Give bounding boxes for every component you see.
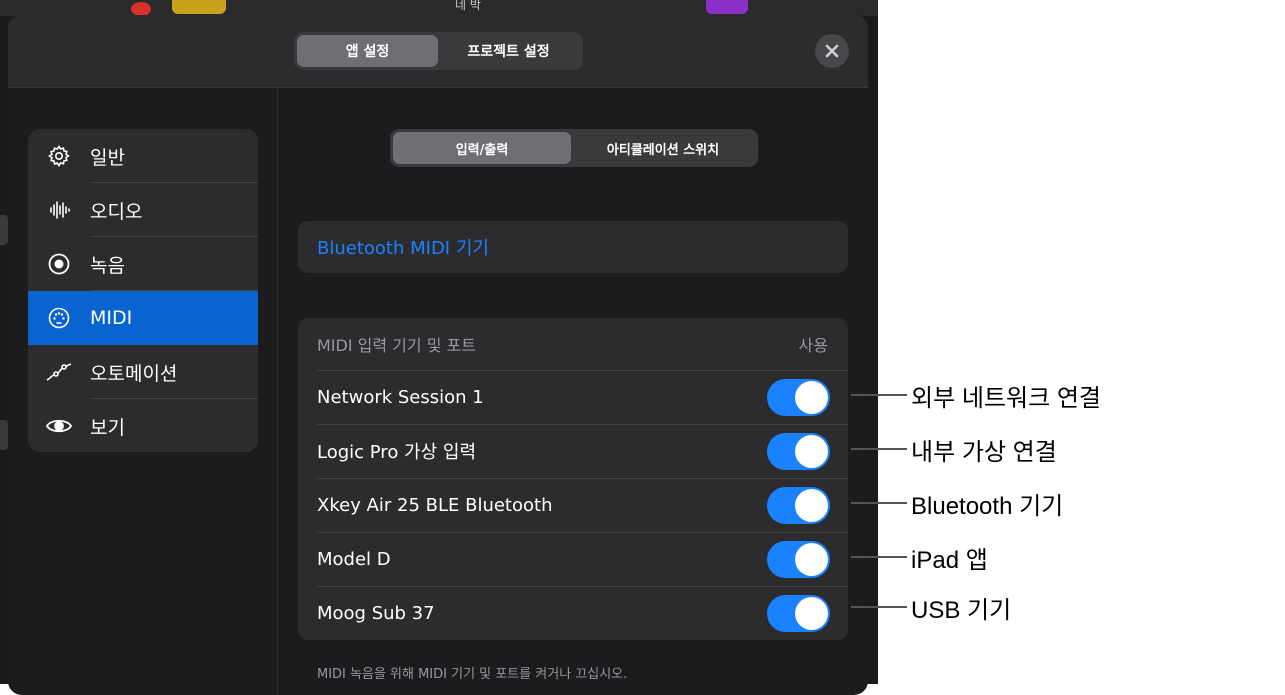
tab-project-settings[interactable]: 프로젝트 설정 <box>438 35 579 67</box>
background-plugin-button <box>706 0 748 14</box>
tab-input-output[interactable]: 입력/출력 <box>393 132 571 164</box>
callout-network: 외부 네트워크 연결 <box>851 378 1101 412</box>
callout-label: USB 기기 <box>911 596 1012 624</box>
sidebar-item-label: 일반 <box>90 146 125 169</box>
list-item: Network Session 1 <box>298 370 848 424</box>
list-item: Moog Sub 37 <box>298 586 848 640</box>
midi-settings-pane: 입력/출력 아티큘레이션 스위치 Bluetooth MIDI 기기 MIDI … <box>278 88 868 695</box>
background-cycle-button <box>172 0 226 14</box>
settings-modal: 앱 설정 프로젝트 설정 일반 오디오 녹음 MIDI 오토메이션 보기 입력/… <box>8 15 868 695</box>
record-icon <box>28 252 90 276</box>
callout-usb: USB 기기 <box>851 590 1011 624</box>
tab-articulation-switch[interactable]: 아티큘레이션 스위치 <box>571 132 755 164</box>
sidebar-item-label: 보기 <box>90 416 125 439</box>
sidebar-item-recording[interactable]: 녹음 <box>28 237 258 291</box>
gear-icon <box>28 144 90 168</box>
sidebar-item-label: 녹음 <box>90 254 125 277</box>
sidebar-item-midi[interactable]: MIDI <box>28 291 258 345</box>
bluetooth-midi-label: Bluetooth MIDI 기기 <box>317 238 489 259</box>
background-record-button <box>131 2 151 16</box>
callout-label: Bluetooth 기기 <box>911 492 1064 520</box>
midi-subsection-segmented-control: 입력/출력 아티큘레이션 스위치 <box>390 129 758 167</box>
list-item: Logic Pro 가상 입력 <box>298 424 848 478</box>
bluetooth-midi-devices-link[interactable]: Bluetooth MIDI 기기 <box>298 221 848 273</box>
port-enable-toggle[interactable] <box>767 594 830 632</box>
midi-connector-icon <box>28 306 90 330</box>
ports-footnote: MIDI 녹음을 위해 MIDI 기기 및 포트를 켜거나 끄십시오. <box>317 667 628 682</box>
background-header-text: 네 박 <box>455 0 481 12</box>
midi-input-ports-list: MIDI 입력 기기 및 포트 사용 Network Session 1 Log… <box>298 318 848 640</box>
tab-app-settings[interactable]: 앱 설정 <box>297 35 438 67</box>
callout-ipad-app: iPad 앱 <box>851 540 988 574</box>
sidebar-item-general[interactable]: 일반 <box>28 129 258 183</box>
port-enable-toggle[interactable] <box>767 378 830 416</box>
ports-header-use: 사용 <box>798 336 828 355</box>
background-track-stub <box>0 420 8 450</box>
sidebar-item-label: MIDI <box>90 307 133 329</box>
port-enable-toggle[interactable] <box>767 486 830 524</box>
callout-label: 내부 가상 연결 <box>911 438 1057 466</box>
port-name: Moog Sub 37 <box>317 602 435 624</box>
settings-sidebar: 일반 오디오 녹음 MIDI 오토메이션 보기 <box>8 88 278 695</box>
sidebar-item-automation[interactable]: 오토메이션 <box>28 345 258 399</box>
callout-label: iPad 앱 <box>911 546 988 574</box>
sidebar-item-audio[interactable]: 오디오 <box>28 183 258 237</box>
callout-label: 외부 네트워크 연결 <box>911 384 1101 412</box>
port-name: Model D <box>317 548 391 570</box>
sidebar-item-label: 오디오 <box>90 200 143 223</box>
eye-icon <box>28 414 90 438</box>
close-button[interactable] <box>815 34 849 68</box>
port-name: Network Session 1 <box>317 386 484 408</box>
port-enable-toggle[interactable] <box>767 540 830 578</box>
list-item: Xkey Air 25 BLE Bluetooth <box>298 478 848 532</box>
ports-list-header: MIDI 입력 기기 및 포트 사용 <box>298 318 848 370</box>
ports-header-title: MIDI 입력 기기 및 포트 <box>317 336 476 355</box>
settings-scope-segmented-control: 앱 설정 프로젝트 설정 <box>294 32 583 70</box>
waveform-icon <box>28 198 90 222</box>
sidebar-item-view[interactable]: 보기 <box>28 399 258 452</box>
close-icon <box>825 44 839 58</box>
port-enable-toggle[interactable] <box>767 432 830 470</box>
callout-virtual: 내부 가상 연결 <box>851 432 1057 466</box>
list-item: Model D <box>298 532 848 586</box>
modal-header: 앱 설정 프로젝트 설정 <box>8 15 868 88</box>
background-track-stub <box>0 215 8 245</box>
callout-bluetooth: Bluetooth 기기 <box>851 486 1063 520</box>
port-name: Xkey Air 25 BLE Bluetooth <box>317 494 553 516</box>
port-name: Logic Pro 가상 입력 <box>317 442 477 463</box>
automation-curve-icon <box>28 360 90 384</box>
settings-menu: 일반 오디오 녹음 MIDI 오토메이션 보기 <box>28 129 258 452</box>
sidebar-item-label: 오토메이션 <box>90 362 178 385</box>
